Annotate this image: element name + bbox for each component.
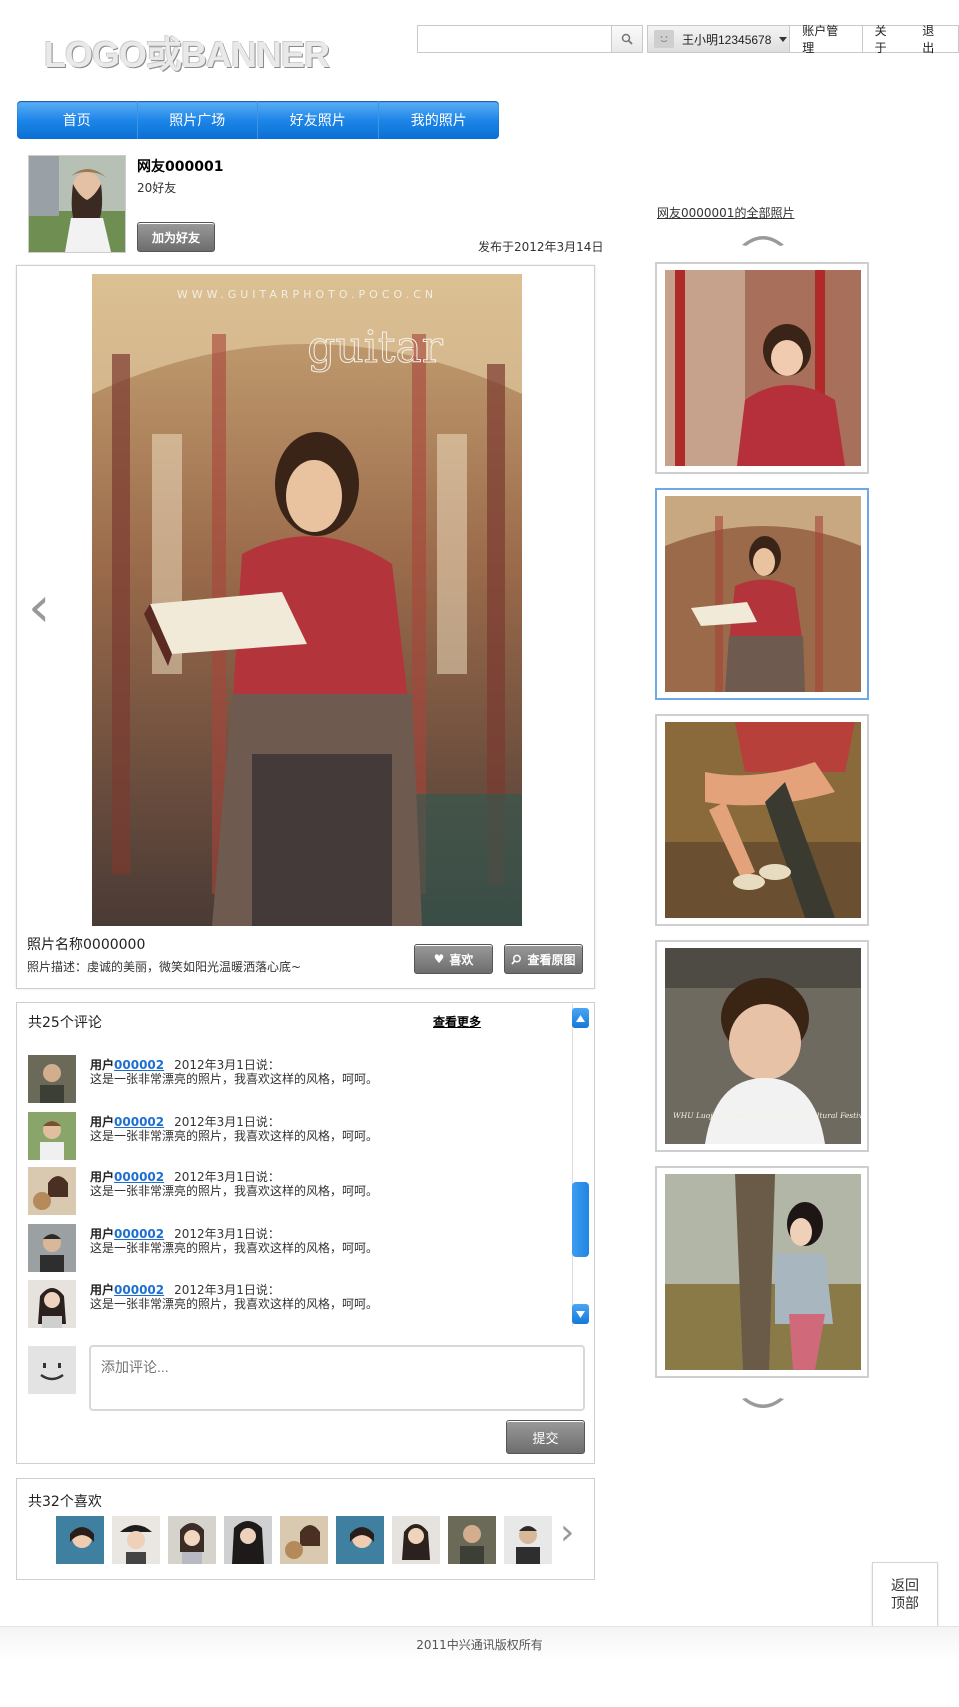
- back-to-top-button[interactable]: 返回 顶部: [872, 1562, 938, 1628]
- publish-date: 发布于2012年3月14日: [478, 240, 604, 254]
- comment-item: 用户000002 2012年3月1日说： 这是一张非常漂亮的照片，我喜欢这样的风格…: [28, 1055, 548, 1105]
- photo-description: 照片描述：虔诚的美丽，微笑如阳光温暖洒落心底~: [27, 960, 302, 974]
- commenter-avatar[interactable]: [28, 1112, 76, 1160]
- liker-avatar[interactable]: [56, 1516, 104, 1564]
- main-photo[interactable]: WWW.GUITARPHOTO.POCO.CN guitar: [92, 274, 522, 926]
- like-button[interactable]: ♥ 喜欢: [414, 944, 493, 974]
- current-user-avatar: [28, 1346, 76, 1394]
- liker-avatar[interactable]: [224, 1516, 272, 1564]
- liker-avatar[interactable]: [336, 1516, 384, 1564]
- scroll-up-button[interactable]: [572, 1008, 589, 1028]
- liker-avatar[interactable]: [112, 1516, 160, 1564]
- liker-avatar[interactable]: [392, 1516, 440, 1564]
- back-to-top-line2: 顶部: [891, 1596, 919, 1612]
- back-to-top-line1: 返回: [891, 1578, 919, 1594]
- comments-scrollbar[interactable]: [572, 1004, 590, 1326]
- comment-text: 这是一张非常漂亮的照片，我喜欢这样的风格，呵呵。: [90, 1184, 379, 1198]
- photo-thumbnail[interactable]: [655, 262, 869, 474]
- magnifier-icon: [511, 954, 522, 965]
- logo-banner: LOGO或BANNER: [44, 34, 330, 75]
- triangle-up-icon: [576, 1014, 585, 1022]
- search-icon: [621, 33, 633, 45]
- previous-photo-arrow[interactable]: ‹: [28, 580, 50, 636]
- liker-avatar[interactable]: [448, 1516, 496, 1564]
- comment-input[interactable]: [89, 1345, 585, 1411]
- liker-avatar[interactable]: [168, 1516, 216, 1564]
- profile-avatar[interactable]: [28, 155, 126, 253]
- copyright-text: 2011中兴通讯版权所有: [416, 1637, 543, 1652]
- username: 王小明12345678: [682, 32, 772, 47]
- photo-title: 照片名称0000000: [27, 937, 146, 953]
- nav-home[interactable]: 首页: [17, 101, 138, 139]
- liker-avatar[interactable]: [280, 1516, 328, 1564]
- thumbnails-up-arrow[interactable]: [740, 231, 786, 250]
- user-bar: 王小明12345678 账户管理 关于 退出: [647, 24, 959, 55]
- user-menu-dropdown[interactable]: 王小明12345678: [648, 26, 791, 52]
- photo-thumbnail[interactable]: [655, 488, 869, 700]
- scroll-down-button[interactable]: [572, 1304, 589, 1324]
- photo-thumbnail[interactable]: WHU Luojia Autumn International Cultural…: [655, 940, 869, 1152]
- comment-item: 用户000002 2012年3月1日说： 这是一张非常漂亮的照片，我喜欢这样的风格…: [28, 1167, 548, 1217]
- comment-item: 用户000002 2012年3月1日说： 这是一张非常漂亮的照片，我喜欢这样的风格…: [28, 1280, 548, 1330]
- comment-item: 用户000002 2012年3月1日说： 这是一张非常漂亮的照片，我喜欢这样的风格…: [28, 1224, 548, 1274]
- about-link[interactable]: 关于: [863, 24, 911, 55]
- logout-link[interactable]: 退出: [910, 24, 958, 55]
- account-management-link[interactable]: 账户管理: [790, 24, 863, 55]
- submit-comment-button[interactable]: 提交: [506, 1420, 585, 1454]
- photo-watermark: WWW.GUITARPHOTO.POCO.CN: [177, 288, 437, 301]
- photo-thumbnail[interactable]: [655, 1166, 869, 1378]
- comment-item: 用户000002 2012年3月1日说： 这是一张非常漂亮的照片，我喜欢这样的风格…: [28, 1112, 548, 1162]
- chevron-up-icon: [742, 236, 784, 246]
- user-avatar-icon: [654, 30, 674, 48]
- liker-avatar[interactable]: [504, 1516, 552, 1564]
- chevron-down-icon: [779, 36, 788, 42]
- main-nav: 首页 照片广场 好友照片 我的照片: [17, 101, 499, 139]
- comments-count: 共25个评论: [28, 1015, 102, 1031]
- thumbnail-caption: WHU Luojia Autumn International Cultural…: [673, 1111, 861, 1120]
- likes-next-arrow[interactable]: ›: [560, 1515, 574, 1551]
- photo-watermark-script: guitar: [307, 322, 443, 373]
- friend-count: 20好友: [137, 181, 177, 195]
- chevron-down-icon: [742, 1398, 784, 1408]
- comment-text: 这是一张非常漂亮的照片，我喜欢这样的风格，呵呵。: [90, 1129, 379, 1143]
- commenter-avatar[interactable]: [28, 1224, 76, 1272]
- view-original-button[interactable]: 查看原图: [504, 944, 583, 974]
- commenter-avatar[interactable]: [28, 1280, 76, 1328]
- like-label: 喜欢: [449, 952, 474, 967]
- photo-thumbnail[interactable]: [655, 714, 869, 926]
- nav-friend-photos[interactable]: 好友照片: [258, 101, 379, 139]
- profile-name: 网友000001: [137, 159, 224, 175]
- comment-text: 这是一张非常漂亮的照片，我喜欢这样的风格，呵呵。: [90, 1241, 379, 1255]
- search-input[interactable]: [418, 26, 612, 52]
- footer: 2011中兴通讯版权所有: [0, 1626, 959, 1661]
- nav-photo-square[interactable]: 照片广场: [138, 101, 258, 139]
- commenter-avatar[interactable]: [28, 1055, 76, 1103]
- see-more-link[interactable]: 查看更多: [433, 1013, 481, 1030]
- search-button[interactable]: [611, 26, 642, 52]
- all-photos-link[interactable]: 网友0000001的全部照片: [657, 204, 794, 221]
- commenter-avatar[interactable]: [28, 1167, 76, 1215]
- heart-icon: ♥: [433, 952, 445, 966]
- thumbnails-down-arrow[interactable]: [740, 1397, 786, 1416]
- scroll-thumb[interactable]: [572, 1182, 589, 1257]
- add-friend-button[interactable]: 加为好友: [137, 222, 215, 252]
- smiley-icon: [40, 1363, 64, 1381]
- comment-text: 这是一张非常漂亮的照片，我喜欢这样的风格，呵呵。: [90, 1072, 379, 1086]
- triangle-down-icon: [576, 1310, 585, 1318]
- view-original-label: 查看原图: [527, 952, 576, 967]
- comment-text: 这是一张非常漂亮的照片，我喜欢这样的风格，呵呵。: [90, 1297, 379, 1311]
- likes-count: 共32个喜欢: [28, 1494, 102, 1510]
- search-bar: [417, 25, 643, 53]
- nav-my-photos[interactable]: 我的照片: [379, 101, 500, 139]
